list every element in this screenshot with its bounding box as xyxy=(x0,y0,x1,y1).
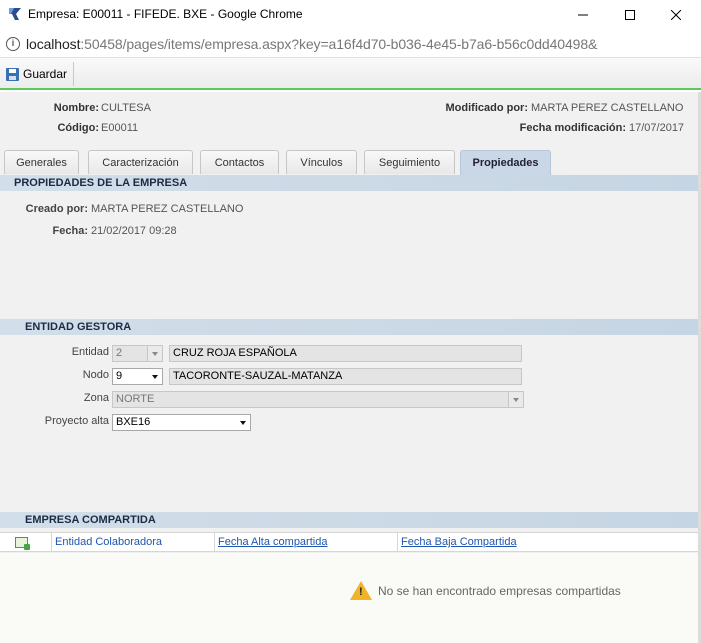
modificado-label: Modificado por: xyxy=(445,102,529,114)
tab-contactos[interactable]: Contactos xyxy=(200,150,279,174)
chevron-down-icon xyxy=(147,346,162,361)
chevron-down-icon xyxy=(508,392,523,407)
address-bar[interactable]: i localhost:50458/pages/items/empresa.as… xyxy=(0,30,701,58)
empresa-compartida-section-title: EMPRESA COMPARTIDA xyxy=(0,512,701,528)
main-content: Nombre: CULTESA Código: E00011 Modificad… xyxy=(0,92,701,643)
warning-icon xyxy=(350,581,372,600)
col-fecha-alta: Fecha Alta compartida xyxy=(214,533,397,552)
empty-message: No se han encontrado empresas compartida… xyxy=(350,581,621,600)
entidad-code-value: 2 xyxy=(116,347,123,359)
grid-body: No se han encontrado empresas compartida… xyxy=(0,553,701,643)
grid-header: Entidad Colaboradora Fecha Alta comparti… xyxy=(0,532,701,552)
zona-select: NORTE xyxy=(112,391,524,408)
fecha-modificacion-label: Fecha modificación: xyxy=(519,122,626,134)
close-icon xyxy=(671,10,681,20)
nodo-code-select[interactable]: 9 xyxy=(112,368,163,385)
nodo-name-field: TACORONTE-SAUZAL-MATANZA xyxy=(169,368,522,385)
col-fecha-baja: Fecha Baja Compartida xyxy=(397,533,701,552)
proyecto-alta-select[interactable]: BXE16 xyxy=(112,414,251,431)
add-row-icon[interactable] xyxy=(15,537,30,550)
site-info-icon[interactable]: i xyxy=(6,37,20,51)
propiedades-section-title: PROPIEDADES DE LA EMPRESA xyxy=(0,175,701,191)
empty-message-text: No se han encontrado empresas compartida… xyxy=(378,583,621,598)
maximize-icon xyxy=(625,10,635,20)
sort-fecha-alta-link[interactable]: Fecha Alta compartida xyxy=(218,536,327,548)
entidad-gestora-section-title: ENTIDAD GESTORA xyxy=(0,319,701,335)
codigo-label: Código: xyxy=(57,122,99,134)
tab-propiedades[interactable]: Propiedades xyxy=(460,150,551,175)
creado-por-label: Creado por: xyxy=(25,203,88,215)
minimize-button[interactable] xyxy=(560,0,606,30)
tab-caracterizacion[interactable]: Caracterización xyxy=(88,150,193,174)
close-button[interactable] xyxy=(653,0,699,30)
fecha-modificacion-value: 17/07/2017 xyxy=(629,122,685,134)
entidad-code-select: 2 xyxy=(112,345,163,362)
window-title: Empresa: E00011 - FIFEDE. BXE - Google C… xyxy=(28,7,303,21)
modificado-value: MARTA PEREZ CASTELLANO xyxy=(531,102,684,114)
entidad-label: Entidad xyxy=(71,346,109,358)
maximize-button[interactable] xyxy=(607,0,653,30)
proyecto-alta-label: Proyecto alta xyxy=(44,415,109,427)
tab-generales[interactable]: Generales xyxy=(4,150,79,174)
chevron-down-icon[interactable] xyxy=(147,369,162,384)
app-logo-icon xyxy=(9,8,21,20)
zona-label: Zona xyxy=(83,392,109,404)
url-text[interactable]: localhost:50458/pages/items/empresa.aspx… xyxy=(26,36,597,52)
minimize-icon xyxy=(578,14,588,16)
save-button-label: Guardar xyxy=(23,67,68,81)
nombre-value: CULTESA xyxy=(101,102,151,114)
window-titlebar: Empresa: E00011 - FIFEDE. BXE - Google C… xyxy=(0,0,701,30)
nodo-code-value: 9 xyxy=(116,370,123,382)
col-entidad-colaboradora: Entidad Colaboradora xyxy=(51,533,215,552)
floppy-disk-icon xyxy=(6,67,19,81)
save-button[interactable]: Guardar xyxy=(2,62,75,86)
sort-fecha-baja-link[interactable]: Fecha Baja Compartida xyxy=(401,536,517,548)
entidad-name-field: CRUZ ROJA ESPAÑOLA xyxy=(169,345,522,362)
url-host: localhost xyxy=(26,36,81,52)
chevron-down-icon[interactable] xyxy=(235,415,250,430)
nombre-label: Nombre: xyxy=(53,102,99,114)
fecha-creacion-value: 21/02/2017 09:28 xyxy=(91,225,177,237)
url-path: :50458/pages/items/empresa.aspx?key=a16f… xyxy=(80,36,598,52)
zona-value: NORTE xyxy=(116,393,155,405)
codigo-value: E00011 xyxy=(101,122,139,134)
tab-seguimiento[interactable]: Seguimiento xyxy=(364,150,455,174)
fecha-creacion-label: Fecha: xyxy=(52,225,88,237)
creado-por-value: MARTA PEREZ CASTELLANO xyxy=(91,203,244,215)
tab-vinculos[interactable]: Vínculos xyxy=(286,150,357,174)
toolbar: Guardar xyxy=(0,58,701,90)
nodo-label: Nodo xyxy=(82,369,109,381)
proyecto-alta-value: BXE16 xyxy=(116,416,151,428)
